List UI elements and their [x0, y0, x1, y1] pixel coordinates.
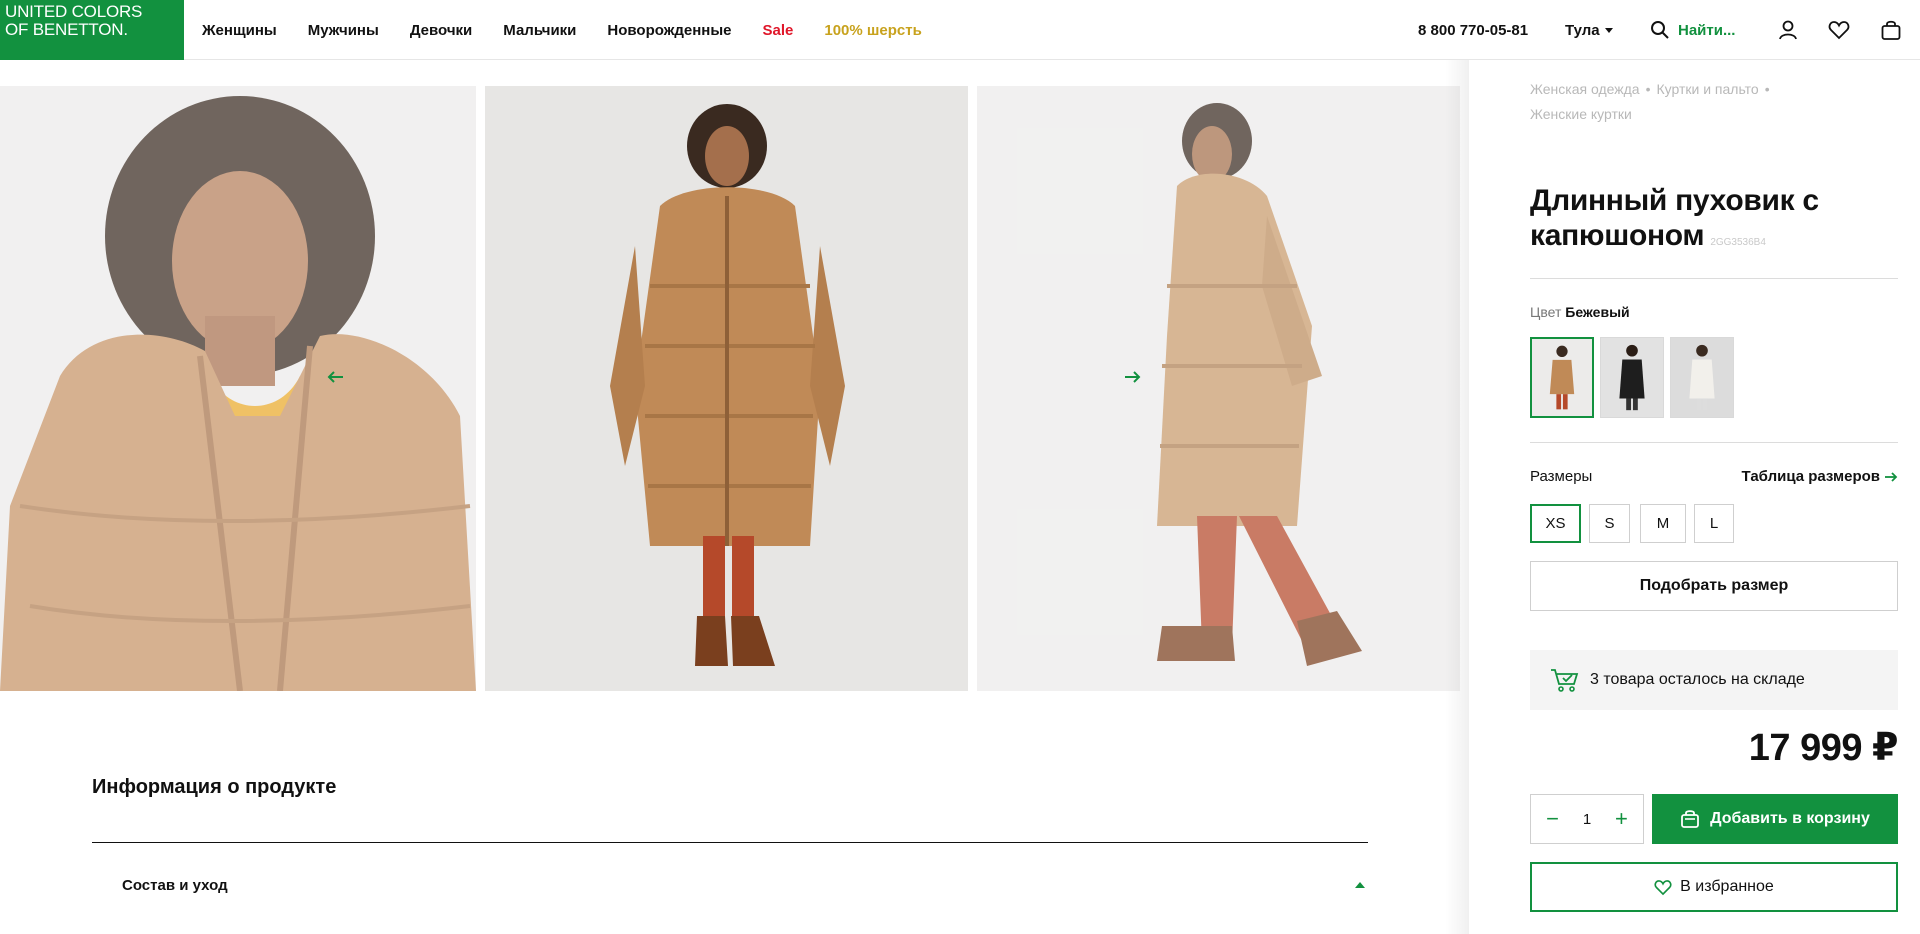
nav-women[interactable]: Женщины	[202, 22, 277, 39]
size-option-s[interactable]: S	[1589, 504, 1630, 543]
color-swatch-black[interactable]	[1600, 337, 1664, 418]
divider	[1530, 442, 1898, 443]
product-title: Длинный пуховик с капюшоном 2GG3536B4	[1530, 183, 1870, 260]
cart-check-icon	[1551, 669, 1579, 692]
chevron-down-icon	[1604, 27, 1613, 33]
city-selector[interactable]: Тула	[1565, 22, 1613, 39]
nav-wool[interactable]: 100% шерсть	[824, 22, 921, 39]
bag-icon	[1681, 810, 1700, 828]
panel-shadow	[1445, 60, 1469, 934]
logo-line-2: OF BENETTON.	[5, 20, 128, 39]
breadcrumb: Женская одежда • Куртки и пальто • Женские …	[1530, 77, 1850, 127]
swatch-beige-image	[1532, 339, 1592, 416]
add-to-favorites-label: В избранное	[1680, 878, 1774, 895]
product-info-title: Информация о продукте	[92, 776, 337, 798]
stock-notice: 3 товара осталось на складе	[1530, 650, 1898, 710]
gallery-prev-arrow-icon[interactable]	[326, 367, 346, 387]
find-size-button[interactable]: Подобрать размер	[1530, 561, 1898, 611]
product-sku: 2GG3536B4	[1710, 237, 1766, 248]
add-to-favorites-button[interactable]: В избранное	[1530, 862, 1898, 912]
color-label: Цвет Бежевый	[1530, 304, 1630, 320]
bag-icon[interactable]	[1880, 19, 1902, 41]
search-input[interactable]: Найти...	[1678, 22, 1735, 39]
breadcrumb-separator: •	[1645, 81, 1651, 97]
gallery-next-arrow-icon[interactable]	[1122, 367, 1142, 387]
divider	[1530, 278, 1898, 279]
stock-text: 3 товара осталось на складе	[1590, 671, 1805, 688]
product-price: 17 999 ₽	[1748, 727, 1899, 769]
search-icon	[1651, 21, 1669, 39]
nav-men[interactable]: Мужчины	[308, 22, 379, 39]
product-title-line-2: капюшоном	[1530, 219, 1705, 252]
size-table-label: Таблица размеров	[1741, 468, 1880, 485]
product-photo-closeup[interactable]	[0, 86, 476, 691]
info-divider	[92, 842, 1368, 843]
logo-line-1: UNITED COLORS	[5, 2, 143, 21]
size-option-l[interactable]: L	[1694, 504, 1734, 543]
color-value: Бежевый	[1565, 304, 1630, 320]
search-bar[interactable]: Найти...	[1650, 20, 1735, 40]
heart-icon	[1654, 879, 1672, 895]
nav-newborn[interactable]: Новорожденные	[607, 22, 731, 39]
chevron-up-icon[interactable]	[1355, 882, 1365, 888]
photo-side-image	[977, 86, 1460, 691]
swatch-white-image	[1671, 338, 1733, 417]
add-to-cart-label: Добавить в корзину	[1710, 810, 1870, 827]
breadcrumb-women-jackets[interactable]: Женские куртки	[1530, 106, 1632, 122]
nav-girls[interactable]: Девочки	[410, 22, 472, 39]
product-title-line-1: Длинный пуховик с	[1530, 184, 1819, 217]
city-name: Тула	[1565, 21, 1600, 39]
breadcrumb-women-clothing[interactable]: Женская одежда	[1530, 81, 1640, 97]
breadcrumb-separator: •	[1764, 81, 1770, 97]
quantity-decrease-button[interactable]: −	[1540, 808, 1566, 830]
quantity-stepper: − 1 +	[1530, 794, 1644, 844]
composition-care-toggle[interactable]: Состав и уход	[122, 877, 228, 894]
phone-number[interactable]: 8 800 770-05-81	[1418, 22, 1528, 39]
heart-icon[interactable]	[1828, 19, 1850, 41]
size-option-xs[interactable]: XS	[1530, 504, 1581, 543]
sizes-label: Размеры	[1530, 468, 1593, 485]
color-swatch-beige[interactable]	[1530, 337, 1594, 418]
color-label-text: Цвет	[1530, 304, 1562, 320]
color-swatch-white[interactable]	[1670, 337, 1734, 418]
size-table-link[interactable]: Таблица размеров	[1742, 468, 1898, 485]
product-photo-side[interactable]	[977, 86, 1460, 691]
arrow-right-icon	[1885, 471, 1898, 482]
site-header: UNITED COLORS OF BENETTON. Женщины Мужчи…	[0, 0, 1920, 60]
nav-sale[interactable]: Sale	[763, 22, 794, 39]
product-photo-front[interactable]	[485, 86, 968, 691]
breadcrumb-jackets-coats[interactable]: Куртки и пальто	[1656, 81, 1758, 97]
arrow-left-icon[interactable]	[633, 367, 968, 691]
photo-closeup-image	[0, 86, 476, 691]
nav-boys[interactable]: Мальчики	[503, 22, 576, 39]
quantity-value[interactable]: 1	[1583, 811, 1591, 828]
quantity-increase-button[interactable]: +	[1608, 808, 1634, 830]
swatch-black-image	[1601, 338, 1663, 417]
brand-logo[interactable]: UNITED COLORS OF BENETTON.	[0, 0, 184, 60]
main-nav: Женщины Мужчины Девочки Мальчики Новорож…	[202, 0, 953, 60]
add-to-cart-button[interactable]: Добавить в корзину	[1652, 794, 1898, 844]
product-gallery	[0, 86, 1460, 691]
size-option-m[interactable]: M	[1640, 504, 1686, 543]
user-icon[interactable]	[1777, 19, 1799, 41]
